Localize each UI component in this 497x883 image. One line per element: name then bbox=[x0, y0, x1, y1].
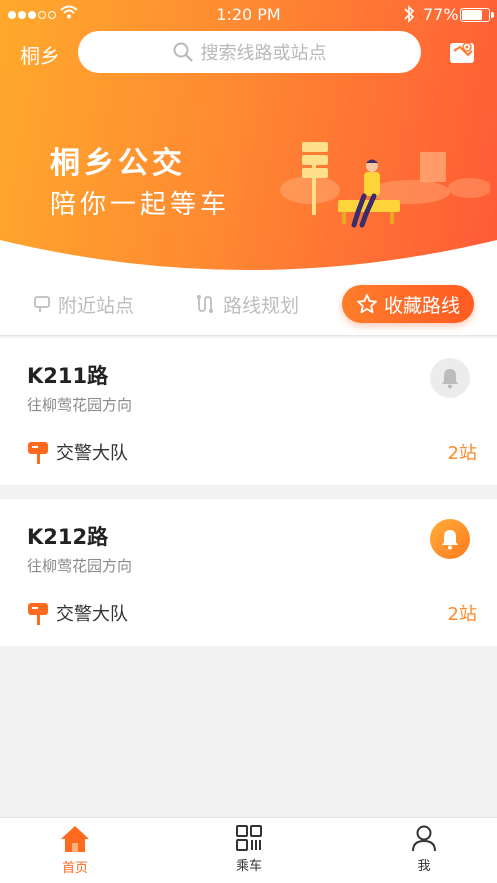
route-direction: 往柳莺花园方向 bbox=[27, 557, 133, 575]
battery-percent: 77% bbox=[423, 5, 459, 24]
star-icon bbox=[357, 294, 377, 314]
status-bar: 1:20 PM 77% bbox=[0, 0, 497, 30]
reminder-toggle[interactable] bbox=[430, 358, 470, 398]
qr-code-icon bbox=[236, 825, 262, 851]
route-name: K212路 bbox=[27, 525, 109, 549]
tabbar-home-label: 首页 bbox=[61, 861, 88, 876]
stop-name: 交警大队 bbox=[56, 604, 128, 625]
waiting-person-illustration bbox=[280, 142, 490, 228]
tab-route-planning[interactable]: 路线规划 bbox=[195, 285, 299, 323]
map-icon[interactable] bbox=[447, 38, 477, 68]
stops-away: 2站 bbox=[447, 443, 477, 464]
search-placeholder: 搜索线路或站点 bbox=[200, 43, 327, 64]
search-icon bbox=[173, 42, 193, 62]
feature-tabs: 附近站点 路线规划 收藏路线 bbox=[0, 272, 497, 336]
favorite-route-card[interactable]: K212路 往柳莺花园方向 交警大队 2站 bbox=[0, 499, 497, 646]
tab-nearby-label: 附近站点 bbox=[58, 294, 135, 317]
stop-name: 交警大队 bbox=[56, 443, 128, 464]
reminder-toggle[interactable] bbox=[430, 519, 470, 559]
bell-icon bbox=[442, 530, 458, 550]
tabbar-me[interactable]: 我 bbox=[374, 824, 474, 874]
stops-away: 2站 bbox=[447, 604, 477, 625]
search-input[interactable]: 搜索线路或站点 bbox=[78, 31, 421, 73]
bus-stop-icon bbox=[28, 442, 48, 464]
tabbar-me-label: 我 bbox=[417, 859, 431, 874]
hero-banner: 1:20 PM 77% 桐乡 搜索线路或站点 桐乡公交 陪你一起等车 bbox=[0, 0, 497, 290]
tabbar-ride-label: 乘车 bbox=[235, 859, 262, 874]
favorite-route-card[interactable]: K211路 往柳莺花园方向 交警大队 2站 bbox=[0, 338, 497, 485]
route-direction: 往柳莺花园方向 bbox=[27, 396, 133, 414]
stop-sign-icon bbox=[34, 296, 50, 312]
route-icon bbox=[197, 295, 213, 313]
tabbar-home[interactable]: 首页 bbox=[25, 824, 125, 876]
tab-favorite-routes[interactable]: 收藏路线 bbox=[342, 285, 474, 323]
city-selector[interactable]: 桐乡 bbox=[20, 40, 60, 69]
tab-route-label: 路线规划 bbox=[223, 294, 300, 317]
battery-icon bbox=[460, 8, 494, 22]
bluetooth-icon bbox=[404, 5, 415, 23]
route-name: K211路 bbox=[27, 364, 109, 388]
bottom-tab-bar: 首页 乘车 我 bbox=[0, 817, 497, 883]
home-icon bbox=[61, 826, 89, 852]
banner-title: 桐乡公交 bbox=[50, 146, 186, 181]
user-icon bbox=[412, 825, 436, 852]
bell-icon bbox=[442, 369, 458, 389]
bus-stop-icon bbox=[28, 603, 48, 625]
tab-nearby-stops[interactable]: 附近站点 bbox=[32, 285, 134, 323]
banner-subtitle: 陪你一起等车 bbox=[50, 190, 231, 220]
tab-favorite-label: 收藏路线 bbox=[384, 294, 461, 317]
tabbar-ride[interactable]: 乘车 bbox=[199, 824, 299, 874]
